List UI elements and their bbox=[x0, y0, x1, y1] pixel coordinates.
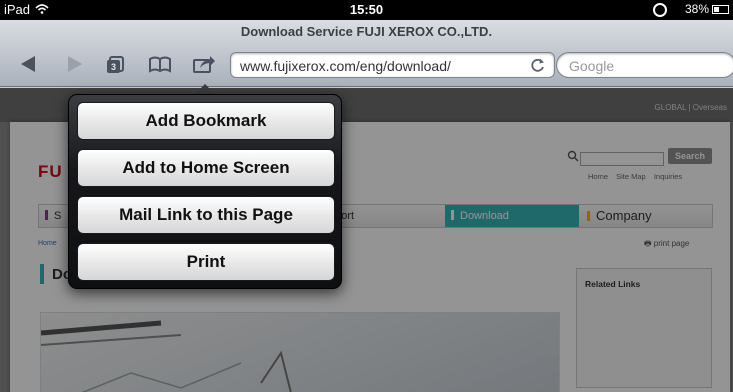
address-bar[interactable]: www.fujixerox.com/eng/download/ bbox=[230, 52, 555, 78]
add-bookmark-button[interactable]: Add Bookmark bbox=[77, 102, 335, 140]
search-placeholder[interactable]: Google bbox=[569, 58, 614, 74]
status-time: 15:50 bbox=[349, 2, 384, 17]
tabs-icon[interactable]: 3 bbox=[104, 54, 128, 74]
mail-link-button[interactable]: Mail Link to this Page bbox=[77, 196, 335, 234]
search-field[interactable]: Google bbox=[556, 52, 733, 78]
add-to-home-screen-button[interactable]: Add to Home Screen bbox=[77, 149, 335, 187]
forward-arrow-icon[interactable] bbox=[62, 54, 86, 74]
battery-percent: 38% bbox=[684, 2, 709, 16]
battery-icon bbox=[712, 5, 729, 14]
rotation-lock-icon bbox=[653, 3, 667, 17]
back-arrow-icon[interactable] bbox=[17, 54, 41, 74]
bookmarks-icon[interactable] bbox=[148, 54, 172, 74]
share-icon[interactable] bbox=[192, 54, 216, 74]
page-title: Download Service FUJI XEROX CO.,LTD. bbox=[240, 24, 493, 39]
status-bar: iPad 15:50 38% bbox=[0, 0, 733, 20]
url-text[interactable]: www.fujixerox.com/eng/download/ bbox=[240, 58, 451, 74]
print-button[interactable]: Print bbox=[77, 243, 335, 281]
svg-text:3: 3 bbox=[111, 62, 116, 72]
browser-toolbar: Download Service FUJI XEROX CO.,LTD. 3 w… bbox=[0, 20, 733, 87]
share-popover: Add Bookmark Add to Home Screen Mail Lin… bbox=[68, 94, 342, 289]
reload-icon[interactable] bbox=[530, 57, 546, 73]
